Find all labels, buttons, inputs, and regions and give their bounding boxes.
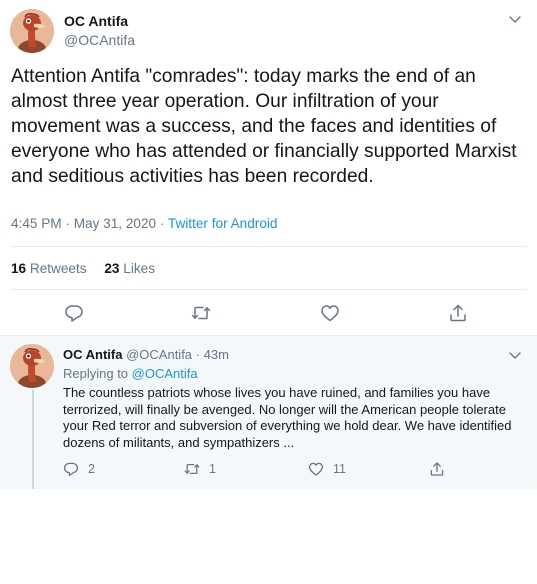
reply-text: The countless patriots whose lives you h… [63, 385, 512, 450]
source-link[interactable]: Twitter for Android [168, 216, 278, 231]
retweet-button[interactable] [191, 303, 211, 323]
heart-icon [308, 462, 324, 476]
like-label: Likes [123, 261, 155, 276]
like-count: 23 [104, 261, 120, 276]
share-button[interactable] [429, 460, 454, 478]
replying-prefix: Replying to [63, 366, 132, 381]
replying-to-mention[interactable]: @OCAntifa [132, 366, 198, 381]
author-display-name[interactable]: OC Antifa [63, 347, 122, 362]
reply-tweet[interactable]: OC Antifa @OCAntifa · 43m Replying to @O… [0, 335, 537, 489]
heart-icon [321, 305, 339, 322]
author-handle[interactable]: @OCAntifa [64, 32, 135, 48]
author-handle[interactable]: @OCAntifa [126, 347, 192, 362]
retweet-count: 16 [11, 261, 27, 276]
reply-icon [63, 462, 79, 477]
timestamp-text[interactable]: 4:45 PM · May 31, 2020 · [11, 216, 168, 231]
retweet-icon [191, 306, 211, 320]
likes-stat[interactable]: 23 Likes [104, 261, 155, 276]
tweet-text: Attention Antifa "comrades": today marks… [11, 66, 517, 187]
divider [10, 246, 527, 247]
replying-to: Replying to @OCAntifa [63, 366, 198, 381]
retweet-count: 1 [209, 462, 216, 476]
reply-button[interactable]: 2 [63, 460, 95, 478]
divider [10, 289, 527, 290]
reply-header: OC Antifa @OCAntifa · 43m [63, 347, 229, 362]
ostrich-avatar-icon [10, 9, 54, 53]
avatar[interactable] [10, 344, 54, 388]
retweet-button[interactable]: 1 [184, 460, 216, 478]
chevron-down-icon[interactable] [508, 348, 522, 362]
author-display-name[interactable]: OC Antifa [64, 13, 128, 29]
reply-icon [65, 305, 83, 322]
reply-count: 2 [88, 462, 95, 476]
like-button[interactable]: 11 [308, 460, 346, 478]
share-button[interactable] [448, 303, 468, 323]
ostrich-avatar-icon [10, 344, 54, 388]
thread-line [32, 390, 34, 489]
like-button[interactable] [320, 303, 340, 323]
avatar[interactable] [10, 9, 54, 53]
retweet-icon [184, 463, 200, 475]
engagement-stats: 16 Retweets 23 Likes [11, 261, 155, 276]
like-count: 11 [333, 462, 346, 476]
chevron-down-icon[interactable] [508, 12, 522, 26]
share-icon [430, 462, 444, 476]
share-icon [450, 304, 466, 322]
reply-time[interactable]: · 43m [196, 347, 229, 362]
tweet-timestamp: 4:45 PM · May 31, 2020 · Twitter for And… [11, 216, 277, 231]
reply-button[interactable] [64, 303, 84, 323]
retweet-label: Retweets [29, 261, 87, 276]
main-tweet: OC Antifa @OCAntifa Attention Antifa "co… [0, 0, 537, 335]
retweets-stat[interactable]: 16 Retweets [11, 261, 87, 276]
